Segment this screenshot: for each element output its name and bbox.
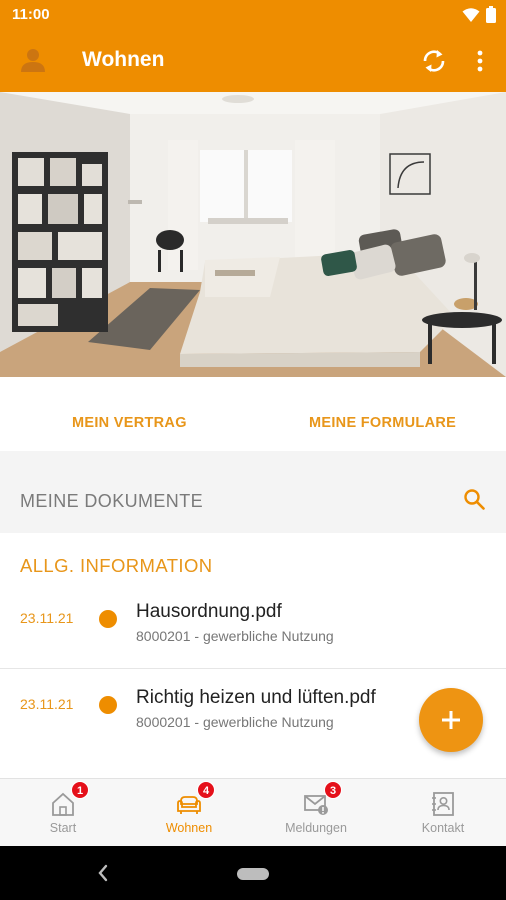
document-meta: 8000201 - gewerbliche Nutzung	[136, 714, 334, 730]
sync-icon[interactable]	[420, 47, 448, 75]
wifi-icon	[462, 7, 480, 22]
my-forms-link[interactable]: MEINE FORMULARE	[309, 415, 456, 431]
document-row[interactable]: 23.11.21 Hausordnung.pdf 8000201 - gewer…	[0, 599, 506, 669]
quick-links: MEIN VERTRAG MEINE FORMULARE	[0, 377, 506, 451]
nav-item-kontakt[interactable]: Kontakt	[380, 779, 506, 847]
system-icons	[462, 6, 496, 23]
nav-badge: 3	[324, 781, 342, 799]
documents-header-label: MEINE DOKUMENTE	[20, 491, 204, 511]
apartment-photo	[0, 92, 506, 377]
nav-label: Kontakt	[421, 821, 465, 835]
status-bar: 11:00	[0, 0, 506, 30]
section-title: ALLG. INFORMATION	[20, 555, 213, 576]
document-name: Hausordnung.pdf	[136, 601, 282, 622]
document-name: Richtig heizen und lüften.pdf	[136, 687, 376, 708]
nav-label: Start	[49, 821, 77, 835]
document-date: 23.11.21	[20, 696, 74, 712]
nav-badge: 1	[71, 781, 89, 799]
search-icon[interactable]	[462, 487, 486, 511]
contact-book-icon	[432, 792, 454, 816]
add-button[interactable]	[419, 688, 483, 752]
battery-icon	[486, 6, 496, 23]
user-avatar-icon[interactable]	[20, 47, 46, 73]
status-time: 11:00	[12, 6, 50, 23]
more-vert-icon[interactable]	[468, 47, 492, 75]
system-navigation-bar	[0, 846, 506, 900]
section-divider	[0, 451, 506, 465]
nav-item-start[interactable]: 1 Start	[0, 779, 126, 847]
document-date: 23.11.21	[20, 610, 74, 626]
back-icon[interactable]	[96, 862, 110, 884]
nav-item-meldungen[interactable]: 3 Meldungen	[253, 779, 379, 847]
nav-label: Wohnen	[165, 821, 213, 835]
row-divider	[0, 668, 506, 669]
document-meta: 8000201 - gewerbliche Nutzung	[136, 628, 334, 644]
home-pill-button[interactable]	[237, 868, 269, 880]
page-title: Wohnen	[82, 48, 165, 71]
nav-label: Meldungen	[285, 821, 347, 835]
unread-dot-icon	[99, 696, 117, 714]
documents-header: MEINE DOKUMENTE	[0, 465, 506, 533]
app-screen: 11:00 Wohnen MEIN VERTRAG MEINE FORMULAR…	[0, 0, 506, 900]
nav-item-wohnen[interactable]: 4 Wohnen	[126, 779, 252, 847]
nav-badge: 4	[197, 781, 215, 799]
my-contract-link[interactable]: MEIN VERTRAG	[72, 415, 187, 431]
app-bar: Wohnen	[0, 30, 506, 92]
unread-dot-icon	[99, 610, 117, 628]
plus-icon	[442, 711, 460, 729]
bottom-navigation: 1 Start 4 Wohnen 3 Meldungen Kontakt	[0, 778, 506, 846]
